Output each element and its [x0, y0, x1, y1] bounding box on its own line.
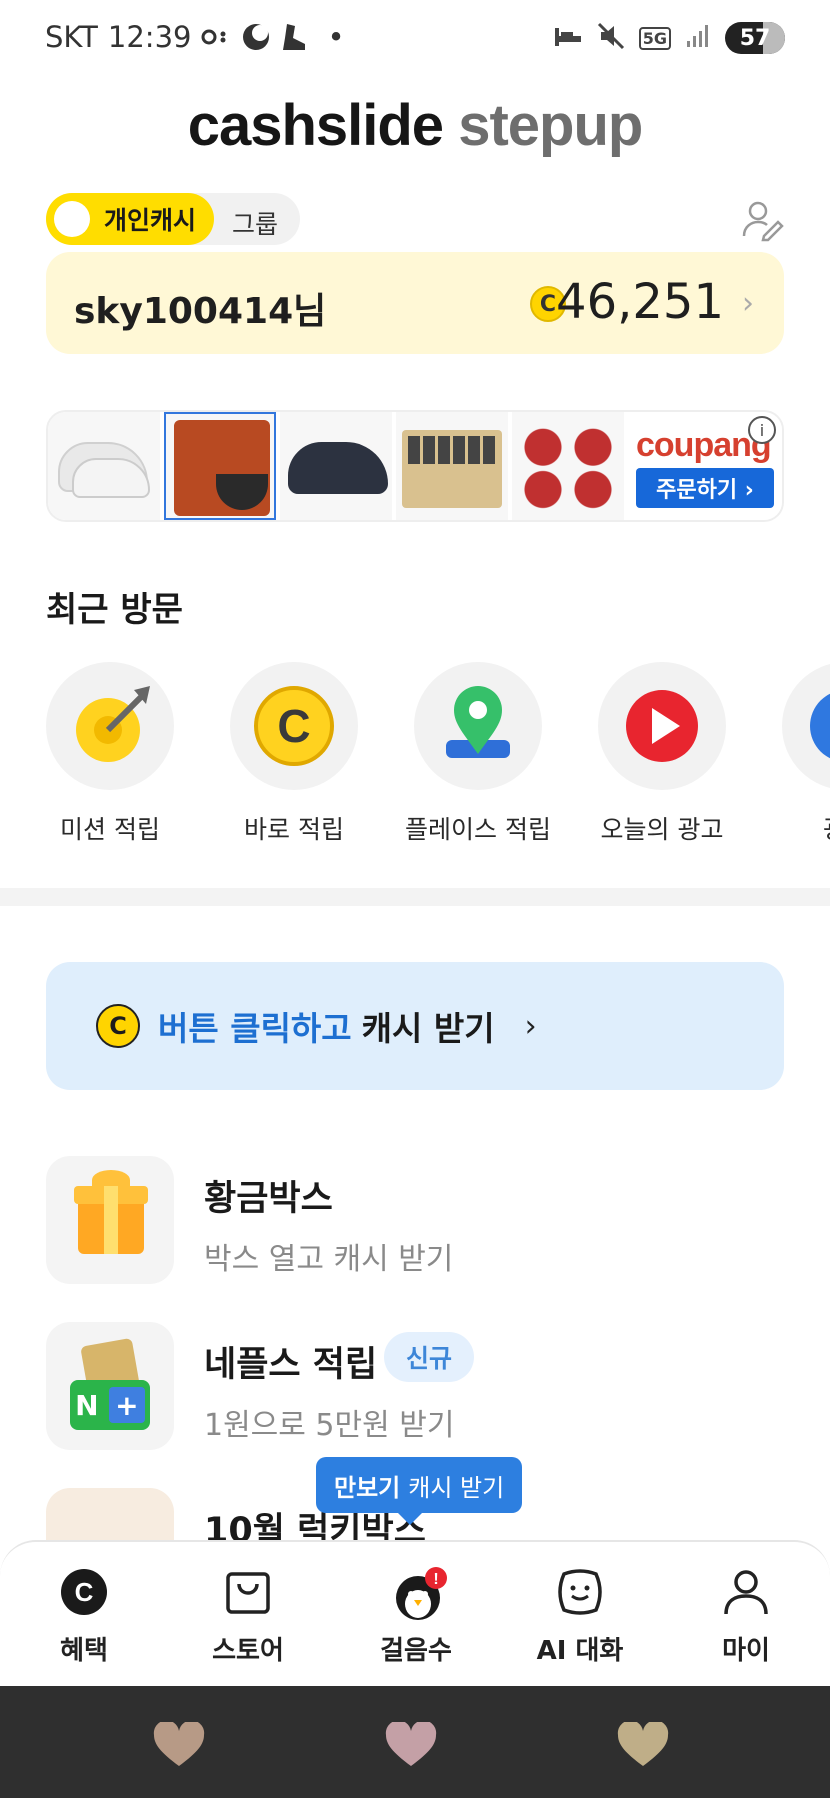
banner-text: 캐시 받기 — [361, 1009, 495, 1048]
info-icon[interactable]: i — [748, 416, 776, 444]
nav-label: 혜택 — [60, 1636, 108, 1666]
coin-icon: C — [230, 662, 358, 790]
recent-item-place[interactable]: 플레이스 적립 — [398, 662, 558, 842]
tooltip-text: 캐시 받기 — [408, 1473, 505, 1502]
nav-store[interactable]: 스토어 — [188, 1566, 308, 1667]
recent-item-label: 오늘의 광고 — [600, 815, 724, 842]
carrier: SKT — [45, 20, 98, 54]
recent-item-today-ad[interactable]: 오늘의 광고 — [582, 662, 742, 842]
signal-icon — [685, 23, 711, 53]
nav-ai-chat[interactable]: AI 대화 — [520, 1566, 640, 1667]
product-name: stepup — [458, 93, 643, 158]
link-icon — [201, 27, 231, 47]
recent-item-mission[interactable]: 미션 적립 — [46, 662, 190, 842]
status-right: 5G 57 — [553, 22, 785, 54]
nav-label: 스토어 — [212, 1636, 284, 1666]
click-cash-banner[interactable]: C 버튼 클릭하고 캐시 받기 › — [46, 962, 784, 1090]
svg-text:C: C — [75, 1577, 94, 1607]
toggle-knob — [54, 201, 90, 237]
cash-balance: 46,251 — [556, 274, 724, 330]
tooltip-bold: 만보기 — [334, 1473, 401, 1502]
gift-icon — [46, 1156, 174, 1284]
chevron-right-icon: › — [742, 286, 754, 321]
status-left: SKT 12:39 • — [45, 20, 345, 54]
heart-icon[interactable] — [616, 1720, 670, 1768]
shopping-bag-icon — [222, 1566, 274, 1618]
svg-text:!: ! — [433, 1571, 438, 1588]
ad-product-dress-shoes[interactable] — [280, 412, 392, 520]
coupang-ad-banner[interactable]: coupang 주문하기 › i — [46, 410, 784, 522]
map-pin-icon — [414, 662, 542, 790]
recent-item-label: 광고 — [766, 810, 830, 842]
app-title: cashslide stepup — [0, 92, 830, 159]
status-bar: SKT 12:39 • 5G 57 — [0, 0, 830, 80]
coin-c-icon: C — [58, 1566, 110, 1618]
svg-text:C: C — [277, 700, 310, 752]
toggle-personal-label: 개인캐시 — [104, 206, 197, 235]
system-nav-bar — [0, 1686, 830, 1798]
coin-icon: C — [96, 1004, 140, 1048]
list-item-golden-box[interactable]: 황금박스 박스 열고 캐시 받기 — [46, 1156, 784, 1286]
toggle-personal[interactable]: 개인캐시 — [46, 193, 214, 245]
chevron-right-icon: › — [524, 1008, 537, 1044]
section-divider — [0, 888, 830, 906]
person-icon — [720, 1566, 772, 1618]
recent-item-instant[interactable]: C 바로 적립 — [214, 662, 374, 842]
notification-dot: • — [327, 20, 345, 54]
recent-visits-row: 미션 적립 C 바로 적립 플레이스 적립 오늘의 광고 광고 — [46, 662, 830, 842]
brand-name: cashslide — [187, 93, 444, 158]
user-edit-icon[interactable] — [740, 198, 784, 242]
toggle-group-label[interactable]: 그룹 — [232, 205, 278, 241]
list-item-subtitle: 박스 열고 캐시 받기 — [204, 1242, 454, 1277]
list-item-title: 황금박스 — [204, 1179, 333, 1219]
battery-icon: 57 — [725, 22, 785, 54]
banner-highlight: 버튼 클릭하고 — [158, 1009, 352, 1048]
nav-my[interactable]: 마이 — [686, 1566, 806, 1667]
pedometer-tooltip[interactable]: 만보기 캐시 받기 — [316, 1457, 523, 1525]
moon-icon — [241, 22, 271, 52]
recent-item-label: 바로 적립 — [244, 815, 344, 842]
recent-visits-title: 최근 방문 — [46, 590, 183, 630]
shoe-icon — [281, 22, 309, 52]
coupang-cta[interactable]: coupang 주문하기 › i — [628, 412, 782, 520]
mute-icon — [597, 22, 625, 54]
play-icon — [598, 662, 726, 790]
bottom-nav: C 혜택 스토어 ! 걸음수 AI 대화 마이 — [0, 1540, 830, 1686]
recent-item-label: 미션 적립 — [60, 815, 160, 842]
recent-item-label: 플레이스 적립 — [405, 815, 551, 842]
cash-type-toggle[interactable]: 개인캐시 그룹 — [46, 193, 300, 245]
nav-label: 마이 — [722, 1636, 770, 1666]
username: sky100414님 — [74, 291, 327, 332]
balance-card[interactable]: sky100414님 C 46,251 › — [46, 252, 784, 354]
recent-item-ad[interactable]: 광고 — [766, 662, 830, 842]
blue-circle-icon — [782, 662, 830, 790]
list-item-nplus[interactable]: N + 네플스 적립 신규 1원으로 5만원 받기 — [46, 1322, 784, 1452]
new-badge: 신규 — [384, 1332, 475, 1382]
battery-level: 57 — [739, 25, 771, 51]
list-item-subtitle: 1원으로 5만원 받기 — [204, 1408, 455, 1443]
order-button[interactable]: 주문하기 › — [636, 468, 774, 508]
heart-icon[interactable] — [384, 1720, 438, 1768]
list-item-title: 네플스 적립 — [204, 1345, 378, 1385]
bag-icon — [46, 1488, 174, 1540]
ad-product-white-sneakers[interactable] — [48, 412, 160, 520]
nav-benefits[interactable]: C 혜택 — [24, 1566, 144, 1667]
target-icon — [46, 662, 174, 790]
nav-steps[interactable]: ! 걸음수 — [356, 1566, 476, 1667]
ad-product-ramen[interactable] — [512, 412, 624, 520]
ramen-image — [518, 422, 618, 512]
ad-product-box[interactable] — [396, 412, 508, 520]
penguin-icon: ! — [390, 1566, 447, 1620]
nplus-icon: N + — [46, 1322, 174, 1450]
heart-icon[interactable] — [152, 1720, 206, 1768]
dress-shoe-image — [288, 442, 388, 494]
nav-label: 걸음수 — [380, 1636, 452, 1666]
box-image — [402, 430, 502, 508]
ad-product-snack[interactable] — [164, 412, 276, 520]
nav-label: AI 대화 — [536, 1636, 624, 1666]
network-5g-icon: 5G — [638, 26, 671, 50]
sleep-icon — [553, 24, 583, 52]
chat-face-icon — [554, 1566, 606, 1618]
clock: 12:39 — [107, 20, 192, 54]
